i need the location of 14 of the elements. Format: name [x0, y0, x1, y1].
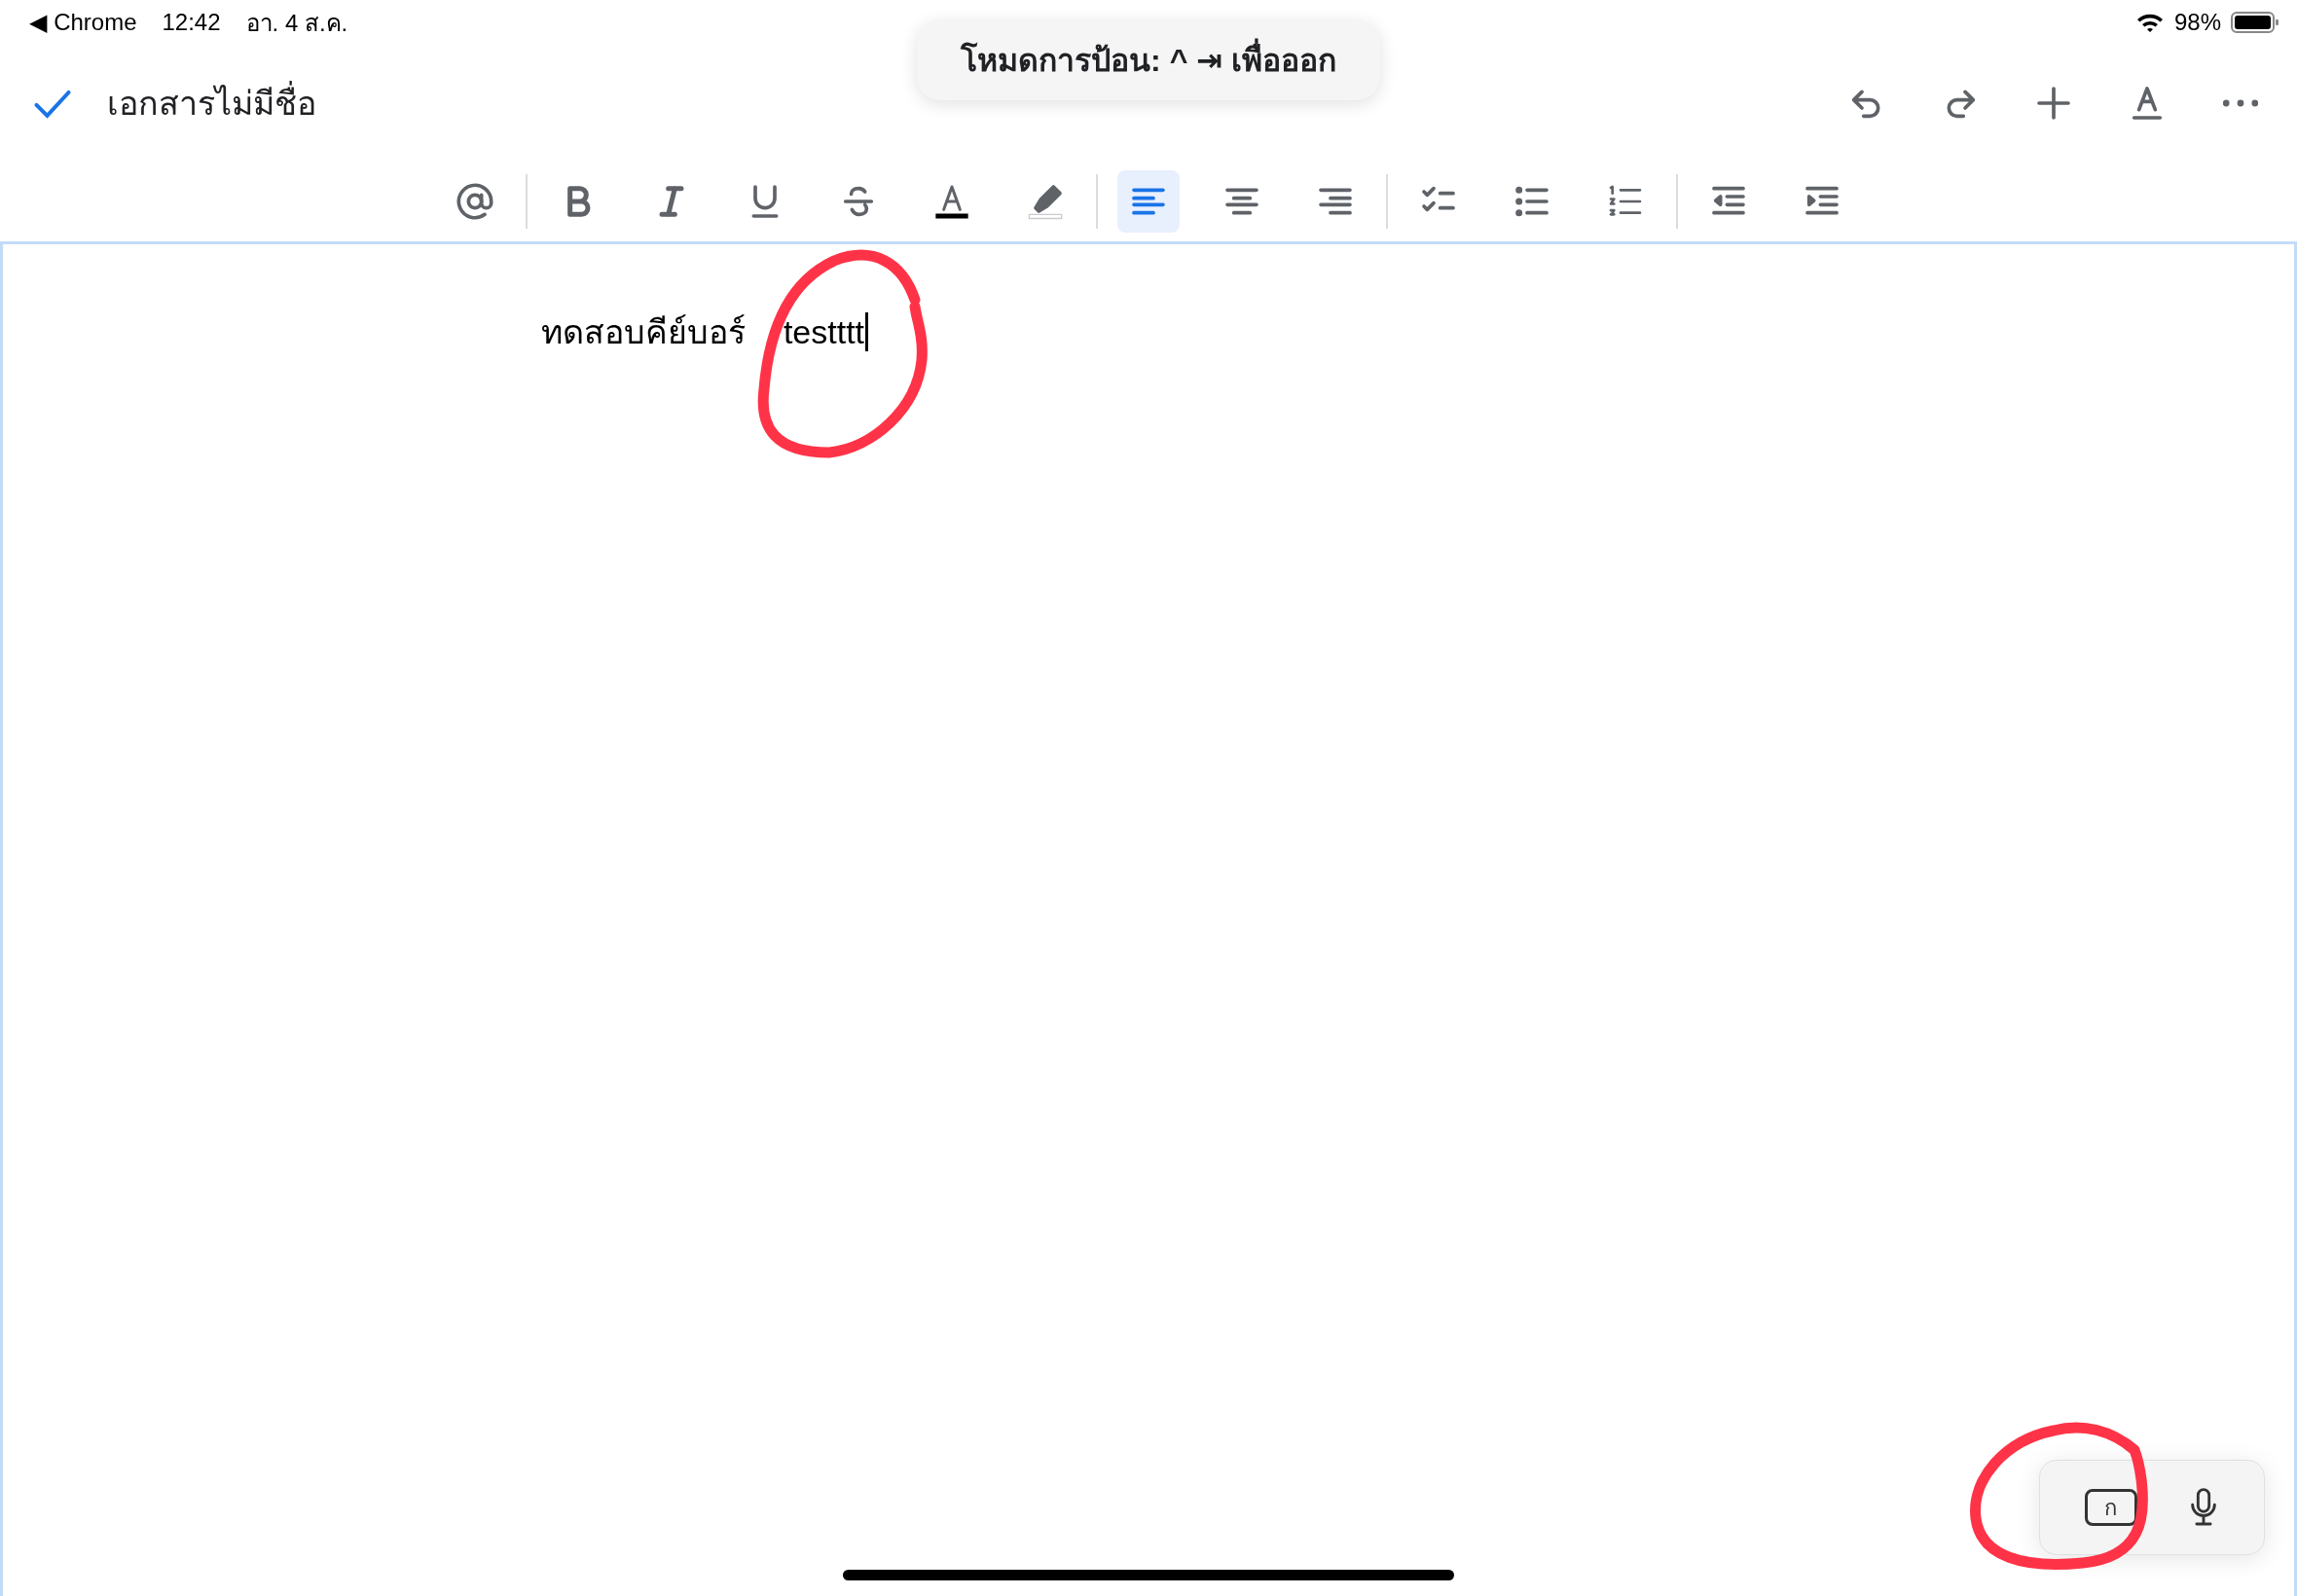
battery-percentage: 98%: [2173, 9, 2221, 36]
plus-icon: [2034, 84, 2073, 123]
align-left-button[interactable]: [1117, 170, 1180, 233]
document-title[interactable]: เอกสารไม่มีชื่อ: [107, 77, 316, 129]
status-date: อา. 4 ส.ค.: [245, 8, 348, 38]
status-time: 12:42: [162, 9, 221, 36]
keyboard-button[interactable]: ก: [2084, 1489, 2137, 1526]
at-sign-icon: [456, 182, 494, 221]
battery-icon: [2231, 11, 2279, 34]
more-icon: [2223, 99, 2258, 107]
highlighter-icon: [1026, 182, 1065, 221]
input-mode-toast: โหมดการป้อน: ^ ⇥ เพื่อออก: [917, 19, 1380, 100]
back-to-app-link[interactable]: ◀ Chrome: [29, 9, 137, 36]
document-text[interactable]: ทดสอบคีย์บอร์ testttt: [541, 312, 869, 351]
